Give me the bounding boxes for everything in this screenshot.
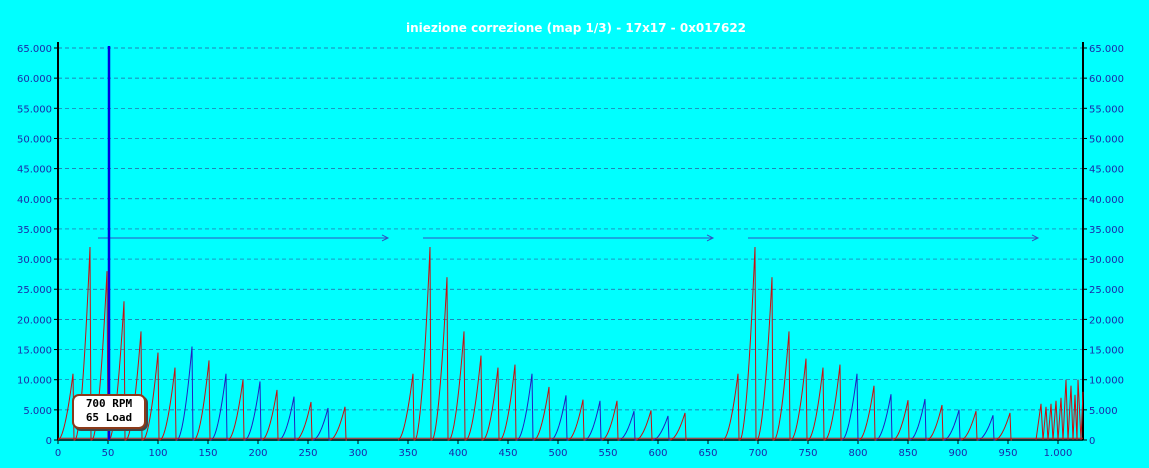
y-tick-label-left: 60.000 bbox=[17, 74, 52, 85]
y-tick-label-left: 0 bbox=[46, 436, 52, 447]
y-tick-label-left: 50.000 bbox=[17, 134, 52, 145]
y-tick-label-left: 55.000 bbox=[17, 104, 52, 115]
y-tick-label-right: 40.000 bbox=[1089, 195, 1124, 206]
x-tick-label: 700 bbox=[748, 448, 767, 459]
x-tick-label: 600 bbox=[648, 448, 667, 459]
cursor-tooltip: 700 RPM 65 Load bbox=[72, 394, 146, 429]
y-tick-label-right: 50.000 bbox=[1089, 134, 1124, 145]
cursor-load-label: 65 Load bbox=[85, 411, 133, 424]
x-tick-label: 100 bbox=[148, 448, 167, 459]
y-tick-label-right: 55.000 bbox=[1089, 104, 1124, 115]
y-tick-label-right: 5.000 bbox=[1089, 406, 1118, 417]
x-tick-label: 950 bbox=[998, 448, 1017, 459]
y-tick-label-left: 20.000 bbox=[17, 315, 52, 326]
y-tick-label-left: 45.000 bbox=[17, 165, 52, 176]
x-tick-label: 750 bbox=[798, 448, 817, 459]
y-tick-label-right: 65.000 bbox=[1089, 44, 1124, 55]
y-tick-label-left: 15.000 bbox=[17, 346, 52, 357]
chart-root: iniezione correzione (map 1/3) - 17x17 -… bbox=[0, 0, 1149, 468]
y-tick-label-right: 0 bbox=[1089, 436, 1095, 447]
axis-layer: 0 05.000 5.00010.000 10.00015.000 15.00020.0… bbox=[17, 42, 1124, 459]
series-block-2 bbox=[397, 246, 687, 441]
cursor-rpm-label: 700 RPM bbox=[85, 397, 133, 410]
x-tick-label: 450 bbox=[498, 448, 517, 459]
x-tick-label: 850 bbox=[898, 448, 917, 459]
x-tick-label: 550 bbox=[598, 448, 617, 459]
grid-layer bbox=[58, 47, 1083, 411]
x-tick-label: 0 bbox=[55, 448, 61, 459]
y-tick-label-right: 10.000 bbox=[1089, 376, 1124, 387]
series-layer bbox=[57, 246, 1084, 441]
y-tick-label-left: 5.000 bbox=[23, 406, 52, 417]
x-tick-label: 900 bbox=[948, 448, 967, 459]
x-tick-label: 350 bbox=[398, 448, 417, 459]
x-tick-label: 1.000 bbox=[1044, 448, 1073, 459]
arrow-layer bbox=[98, 234, 1040, 242]
x-tick-label: 800 bbox=[848, 448, 867, 459]
y-tick-label-left: 40.000 bbox=[17, 195, 52, 206]
x-tick-label: 150 bbox=[198, 448, 217, 459]
chart-title: iniezione correzione (map 1/3) - 17x17 -… bbox=[406, 21, 746, 35]
y-tick-label-left: 25.000 bbox=[17, 285, 52, 296]
y-tick-label-right: 20.000 bbox=[1089, 315, 1124, 326]
y-tick-label-right: 45.000 bbox=[1089, 165, 1124, 176]
y-tick-label-right: 35.000 bbox=[1089, 225, 1124, 236]
x-tick-label: 250 bbox=[298, 448, 317, 459]
x-tick-label: 50 bbox=[102, 448, 115, 459]
y-tick-label-left: 65.000 bbox=[17, 44, 52, 55]
y-tick-label-left: 30.000 bbox=[17, 255, 52, 266]
x-tick-label: 300 bbox=[348, 448, 367, 459]
y-tick-label-right: 15.000 bbox=[1089, 346, 1124, 357]
y-tick-label-right: 30.000 bbox=[1089, 255, 1124, 266]
x-tick-label: 400 bbox=[448, 448, 467, 459]
x-tick-label: 500 bbox=[548, 448, 567, 459]
x-tick-label: 200 bbox=[248, 448, 267, 459]
chart-svg: iniezione correzione (map 1/3) - 17x17 -… bbox=[17, 21, 1124, 459]
y-tick-label-right: 25.000 bbox=[1089, 285, 1124, 296]
series-block-3 bbox=[722, 246, 1012, 441]
y-tick-label-left: 10.000 bbox=[17, 376, 52, 387]
y-tick-label-left: 35.000 bbox=[17, 225, 52, 236]
x-tick-label: 650 bbox=[698, 448, 717, 459]
y-tick-label-right: 60.000 bbox=[1089, 74, 1124, 85]
